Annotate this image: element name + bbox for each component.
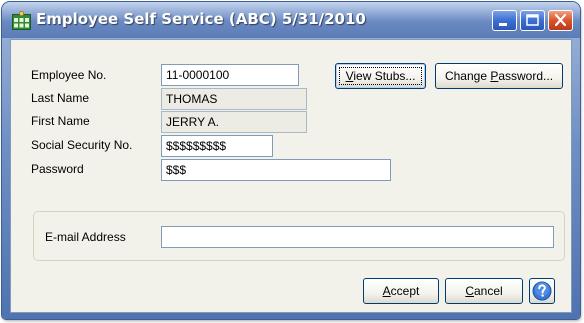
accept-button[interactable]: Accept [363, 278, 439, 304]
maximize-button[interactable] [520, 10, 545, 31]
minimize-icon [499, 23, 507, 26]
password-field[interactable]: $$$ [161, 159, 391, 181]
employee-no-label: Employee No. [31, 68, 107, 82]
app-window: Employee Self Service (ABC) 5/31/2010 Em… [2, 2, 580, 319]
dialog-body: Employee No. 11-0000100 Last Name THOMAS… [10, 39, 572, 313]
cancel-accel: C [465, 284, 474, 298]
minimize-button[interactable] [492, 10, 517, 31]
change-password-pre: Change [444, 69, 491, 83]
close-button[interactable] [548, 10, 573, 31]
change-password-post: assword... [498, 69, 554, 83]
window-title: Employee Self Service (ABC) 5/31/2010 [36, 10, 366, 28]
email-label: E-mail Address [45, 230, 126, 244]
cancel-post: ancel [473, 284, 503, 298]
last-name-field: THOMAS [161, 88, 307, 110]
employee-no-field[interactable]: 11-0000100 [161, 64, 299, 86]
maximize-icon [526, 14, 539, 26]
help-button[interactable] [529, 278, 555, 304]
close-icon [554, 13, 567, 27]
employee-grid-icon [12, 11, 31, 30]
view-stubs-button[interactable]: View Stubs... [335, 63, 426, 89]
ssn-label: Social Security No. [31, 138, 133, 152]
change-password-button[interactable]: Change Password... [435, 63, 563, 89]
accept-post: ccept [390, 284, 420, 298]
ssn-field[interactable]: $$$$$$$$$ [161, 135, 273, 157]
accept-accel: A [382, 284, 391, 298]
password-label: Password [31, 162, 84, 176]
view-stubs-post: iew Stubs... [353, 69, 416, 83]
cancel-button[interactable]: Cancel [445, 278, 523, 304]
title-bar[interactable]: Employee Self Service (ABC) 5/31/2010 [2, 2, 580, 38]
last-name-label: Last Name [31, 91, 90, 105]
email-field[interactable] [161, 226, 554, 248]
question-mark-icon [532, 281, 552, 301]
first-name-label: First Name [31, 114, 90, 128]
first-name-field: JERRY A. [161, 111, 307, 133]
